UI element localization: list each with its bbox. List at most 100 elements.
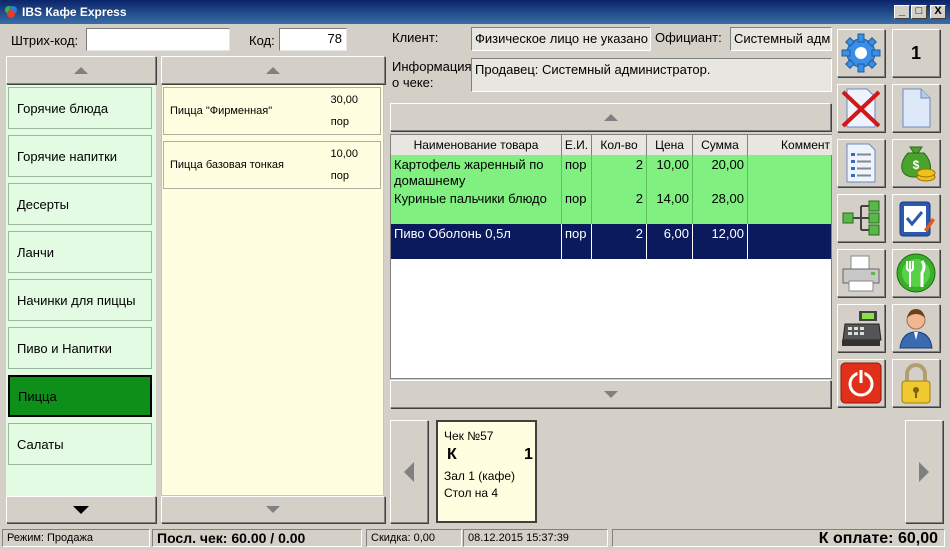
delete-document-icon [841, 88, 881, 128]
check-card-hall: Зал 1 (кафе) [444, 469, 515, 483]
client-field[interactable]: Физическое лицо не указано [471, 27, 651, 51]
category-label: Горячие блюда [17, 100, 109, 116]
receipt-info-label-1: Информация [392, 59, 472, 74]
app-logo-icon [5, 6, 17, 18]
category-item[interactable]: Горячие напитки [8, 135, 152, 177]
product-scroll-down-button[interactable] [161, 496, 385, 523]
category-scroll-down-button[interactable] [6, 496, 156, 523]
column-header[interactable]: Сумма [693, 135, 748, 155]
hierarchy-button[interactable] [837, 194, 885, 242]
maximize-button[interactable]: □ [911, 5, 927, 19]
check-card[interactable]: Чек №57 К 1 Зал 1 (кафе) Стол на 4 [436, 420, 537, 523]
column-header[interactable]: Цена [647, 135, 693, 155]
table-cell: пор [562, 224, 592, 259]
order-scroll-up-button[interactable] [390, 103, 831, 131]
user-button[interactable] [892, 304, 940, 352]
table-cell: пор [562, 155, 592, 189]
column-header[interactable]: Наименование товара [391, 135, 562, 155]
arrow-down-icon [73, 505, 89, 514]
settings-button[interactable] [837, 29, 885, 77]
arrow-down-icon [266, 506, 280, 513]
document-list-button[interactable] [837, 139, 885, 187]
table-cell: 28,00 [693, 189, 748, 224]
cash-register-icon [842, 311, 882, 346]
column-header[interactable]: Коммент [748, 135, 832, 155]
checks-scroll-right-button[interactable] [905, 420, 943, 523]
status-mode: Режим: Продажа [2, 529, 150, 547]
receipt-info-label-2: о чеке: [392, 75, 434, 90]
code-input[interactable]: 78 [279, 28, 347, 51]
product-item[interactable]: Пицца "Фирменная" 30,00 пор [163, 87, 381, 135]
product-price: 30,00 [330, 94, 358, 106]
category-item[interactable]: Горячие блюда [8, 87, 152, 129]
money-bag-icon: $ [901, 146, 936, 182]
table-cell: 6,00 [647, 224, 693, 259]
category-item[interactable]: Ланчи [8, 231, 152, 273]
category-item[interactable]: Начинки для пиццы [8, 279, 152, 321]
document-list-icon [846, 143, 876, 183]
close-button[interactable]: X [930, 5, 946, 19]
category-item[interactable]: Пиво и Напитки [8, 327, 152, 369]
cash-register-button[interactable] [837, 304, 885, 352]
category-label: Пицца [18, 388, 57, 404]
product-item[interactable]: Пицца базовая тонкая 10,00 пор [163, 141, 381, 189]
counter-button[interactable]: 1 [892, 29, 940, 77]
checklist-icon [899, 201, 935, 237]
waiter-field[interactable]: Системный адми [730, 27, 832, 51]
lock-button[interactable] [892, 359, 940, 407]
product-scroll-up-button[interactable] [161, 56, 385, 84]
table-cell: Картофель жаренный по домашнему [391, 155, 562, 189]
status-last-check: Посл. чек: 60.00 / 0.00 [152, 529, 362, 547]
client-label: Клиент: [392, 30, 439, 45]
table-cell: 2 [592, 155, 647, 189]
product-unit: пор [330, 116, 349, 128]
arrow-up-icon [74, 66, 88, 74]
barcode-input[interactable] [86, 28, 230, 51]
category-item[interactable]: Десерты [8, 183, 152, 225]
receipt-info-field: Продавец: Системный администратор. [471, 58, 832, 92]
table-cell: пор [562, 189, 592, 224]
status-datetime: 08.12.2015 15:37:39 [463, 529, 608, 547]
window-title: IBS Кафе Express [22, 5, 127, 19]
arrow-left-icon [404, 461, 414, 482]
exit-button[interactable] [837, 359, 885, 407]
minimize-button[interactable]: _ [894, 5, 910, 19]
table-cell: Пиво Оболонь 0,5л [391, 224, 562, 259]
category-scroll-up-button[interactable] [6, 56, 156, 84]
category-item[interactable]: Пицца [8, 375, 152, 417]
lock-icon [901, 363, 931, 404]
check-card-number: 1 [524, 446, 533, 463]
column-header[interactable]: Е.И. [562, 135, 592, 155]
barcode-label: Штрих-код: [11, 33, 79, 48]
checklist-button[interactable] [892, 194, 940, 242]
category-label: Пиво и Напитки [17, 340, 112, 356]
gear-icon [841, 33, 881, 73]
title-bar: IBS Кафе Express _ □ X [0, 0, 950, 24]
money-button[interactable]: $ [892, 139, 940, 187]
new-document-button[interactable] [892, 84, 940, 132]
check-card-title: Чек №57 [444, 429, 494, 443]
product-unit: пор [330, 170, 349, 182]
product-price: 10,00 [330, 148, 358, 160]
fork-knife-icon [896, 253, 936, 293]
table-cell: 2 [592, 224, 647, 259]
arrow-up-icon [266, 66, 280, 74]
category-label: Десерты [17, 196, 70, 212]
order-scroll-down-button[interactable] [390, 380, 831, 408]
table-cell: 2 [592, 189, 647, 224]
status-discount: Скидка: 0,00 [366, 529, 462, 547]
hierarchy-icon [842, 200, 880, 236]
power-icon [840, 362, 882, 404]
table-cell: 20,00 [693, 155, 748, 189]
table-cell: 10,00 [647, 155, 693, 189]
printer-icon [842, 255, 880, 292]
check-card-table: Стол на 4 [444, 486, 499, 500]
table-cell: Куриные пальчики блюдо [391, 189, 562, 224]
print-button[interactable] [837, 249, 885, 297]
checks-scroll-left-button[interactable] [390, 420, 428, 523]
category-item[interactable]: Салаты [8, 423, 152, 465]
product-name: Пицца базовая тонкая [170, 159, 284, 171]
restaurant-button[interactable] [892, 249, 940, 297]
delete-document-button[interactable] [837, 84, 885, 132]
column-header[interactable]: Кол-во [592, 135, 647, 155]
